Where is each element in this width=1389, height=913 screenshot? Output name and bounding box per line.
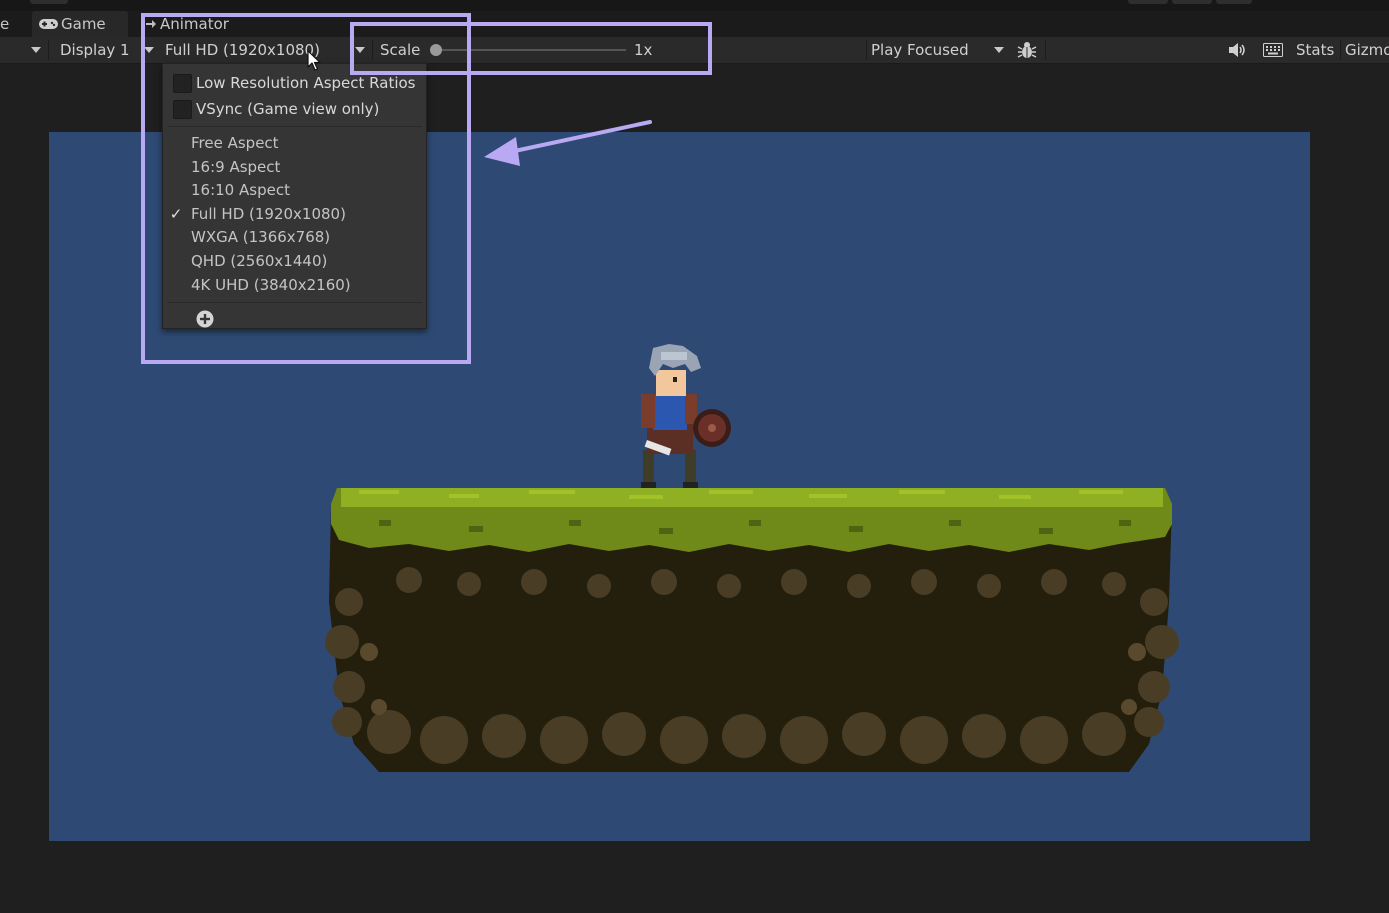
tab-game-label: Game [61, 15, 106, 33]
gamepad-icon [39, 19, 58, 29]
gizmos-button[interactable]: Gizmo [1345, 37, 1389, 63]
tab-scene-partial[interactable]: e [0, 11, 12, 37]
keyboard-icon[interactable] [1263, 43, 1283, 57]
play-mode-dropdown[interactable]: Play Focused [867, 37, 1009, 63]
tab-scene-label: e [0, 15, 10, 33]
highlight-box [350, 22, 712, 75]
top-strip [0, 0, 1389, 11]
play-mode-label: Play Focused [871, 41, 969, 59]
annotation-arrow-icon [484, 120, 652, 166]
chevron-down-icon [994, 47, 1004, 53]
speaker-icon[interactable] [1229, 43, 1247, 57]
floating-island [325, 488, 1179, 772]
player-character [641, 344, 731, 488]
tab-stub [1172, 0, 1212, 4]
bug-icon[interactable] [1017, 40, 1037, 60]
tab-stub [30, 0, 68, 4]
chevron-down-icon[interactable] [31, 47, 41, 53]
tab-game[interactable]: Game [32, 11, 128, 37]
separator [48, 40, 49, 60]
tab-stub [1128, 0, 1168, 4]
tab-stub [1216, 0, 1252, 4]
display-dropdown[interactable]: Display 1 [52, 37, 140, 63]
separator [1045, 40, 1046, 60]
stats-button[interactable]: Stats [1296, 37, 1334, 63]
separator [1340, 40, 1341, 60]
display-label: Display 1 [60, 41, 130, 59]
